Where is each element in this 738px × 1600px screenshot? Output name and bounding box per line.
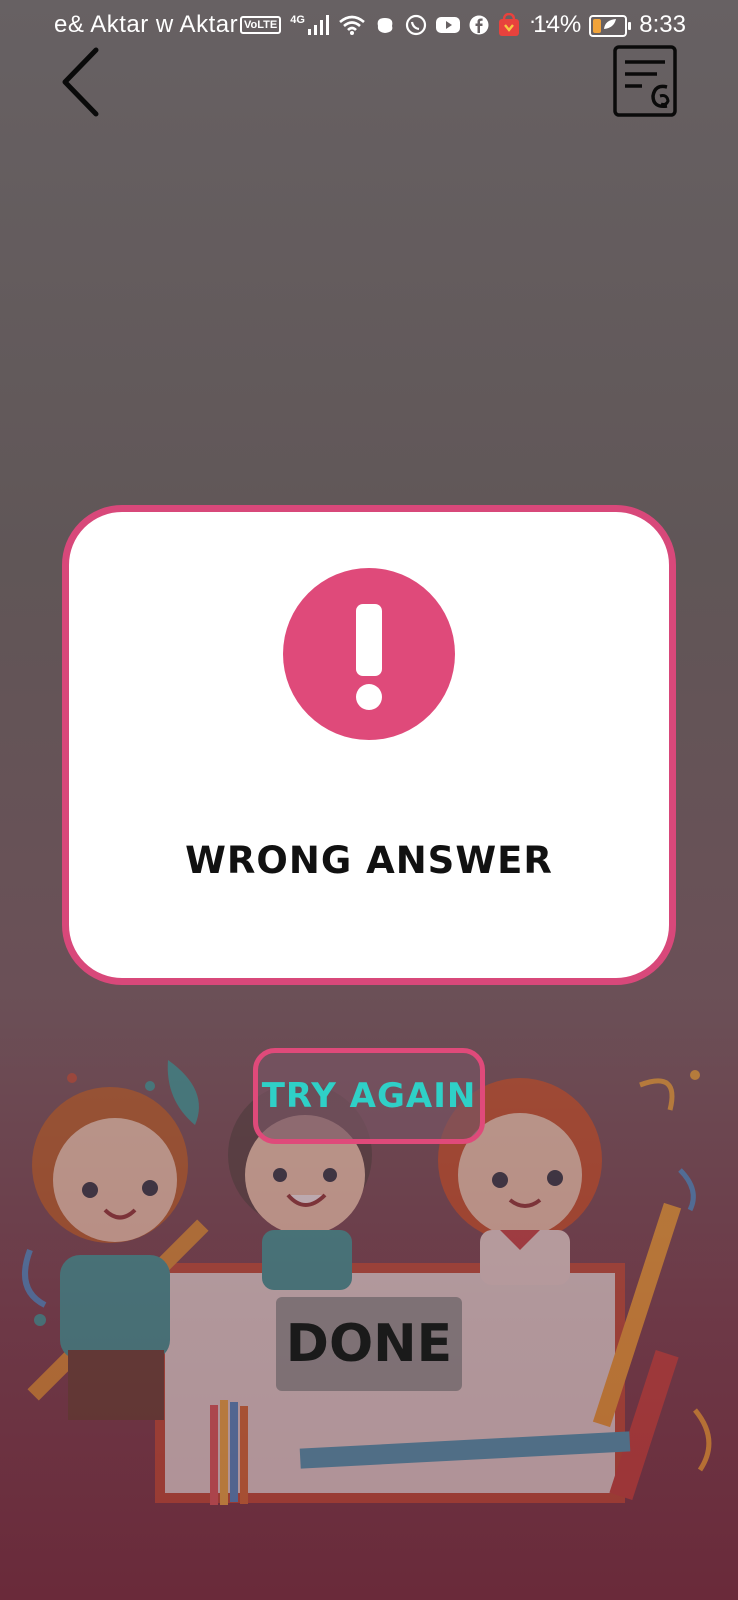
status-icons: VoLTE 4G ···: [240, 8, 551, 38]
battery-fill: [593, 19, 602, 33]
battery-percent: 14%: [533, 11, 582, 38]
network-type: 4G: [290, 14, 305, 26]
exclamation-dot: [356, 684, 382, 710]
result-title: WRONG ANSWER: [185, 839, 553, 882]
app-icon: [377, 18, 393, 33]
chevron-left-icon: [62, 47, 99, 117]
clock: 8:33: [639, 11, 686, 38]
carrier-name: e& Aktar w Aktar: [54, 11, 239, 38]
exclamation-bar: [356, 604, 382, 676]
result-dialog: WRONG ANSWER: [62, 505, 676, 985]
exclamation-icon: [283, 568, 455, 740]
facebook-icon: [469, 15, 489, 35]
signal-icon: [307, 15, 329, 35]
done-button[interactable]: DONE: [276, 1297, 462, 1391]
report-button[interactable]: [612, 44, 680, 120]
screen: e& Aktar w Aktar VoLTE 4G ··· 14% 8:33 W…: [0, 0, 738, 1600]
battery-icon: [589, 15, 632, 37]
status-right: 14% 8:33: [533, 11, 686, 39]
volte-badge: VoLTE: [240, 16, 282, 34]
status-bar: e& Aktar w Aktar VoLTE 4G ··· 14% 8:33: [0, 0, 738, 50]
shop-icon: [498, 13, 519, 36]
wifi-icon: [339, 15, 365, 35]
report-icon: [613, 45, 677, 117]
try-again-button[interactable]: TRY AGAIN: [253, 1048, 485, 1144]
youtube-icon: [435, 17, 460, 33]
whatsapp-icon: [405, 14, 426, 36]
back-button[interactable]: [56, 46, 108, 118]
